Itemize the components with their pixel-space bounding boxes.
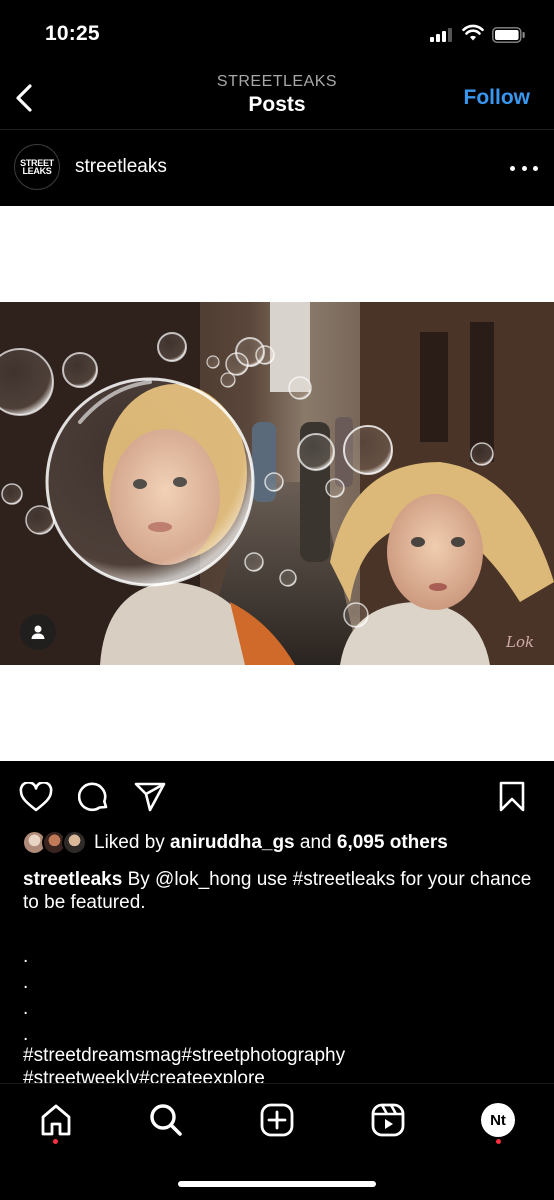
caption-hashtags: #streetdreamsmag#streetphotography #stre… — [23, 1044, 533, 1083]
caption-dot: . — [23, 998, 29, 1019]
caption-dot: . — [23, 946, 29, 967]
home-icon — [41, 1104, 71, 1136]
caption-area: streetleaks By @lok_hong use #streetleak… — [0, 0, 554, 1083]
profile-notification-dot — [496, 1139, 501, 1144]
tab-profile[interactable]: Nt — [478, 1100, 518, 1140]
tab-reels[interactable] — [368, 1100, 408, 1140]
reels-icon — [371, 1103, 405, 1137]
tab-home[interactable] — [36, 1100, 76, 1140]
profile-icon: Nt — [481, 1103, 515, 1137]
caption-dot: . — [23, 972, 29, 993]
caption: streetleaks By @lok_hong use #streetleak… — [23, 868, 533, 914]
caption-username[interactable]: streetleaks — [23, 869, 122, 890]
create-icon — [260, 1103, 294, 1137]
tab-create[interactable] — [257, 1100, 297, 1140]
home-notification-dot — [53, 1139, 58, 1144]
caption-dots: . . . . — [23, 944, 28, 1048]
hashtags-line[interactable]: #streetweekly#createexplore — [23, 1067, 533, 1083]
home-indicator[interactable] — [178, 1181, 376, 1187]
tab-search[interactable] — [146, 1100, 186, 1140]
hashtags-line[interactable]: #streetdreamsmag#streetphotography — [23, 1044, 533, 1067]
search-icon — [150, 1104, 182, 1136]
